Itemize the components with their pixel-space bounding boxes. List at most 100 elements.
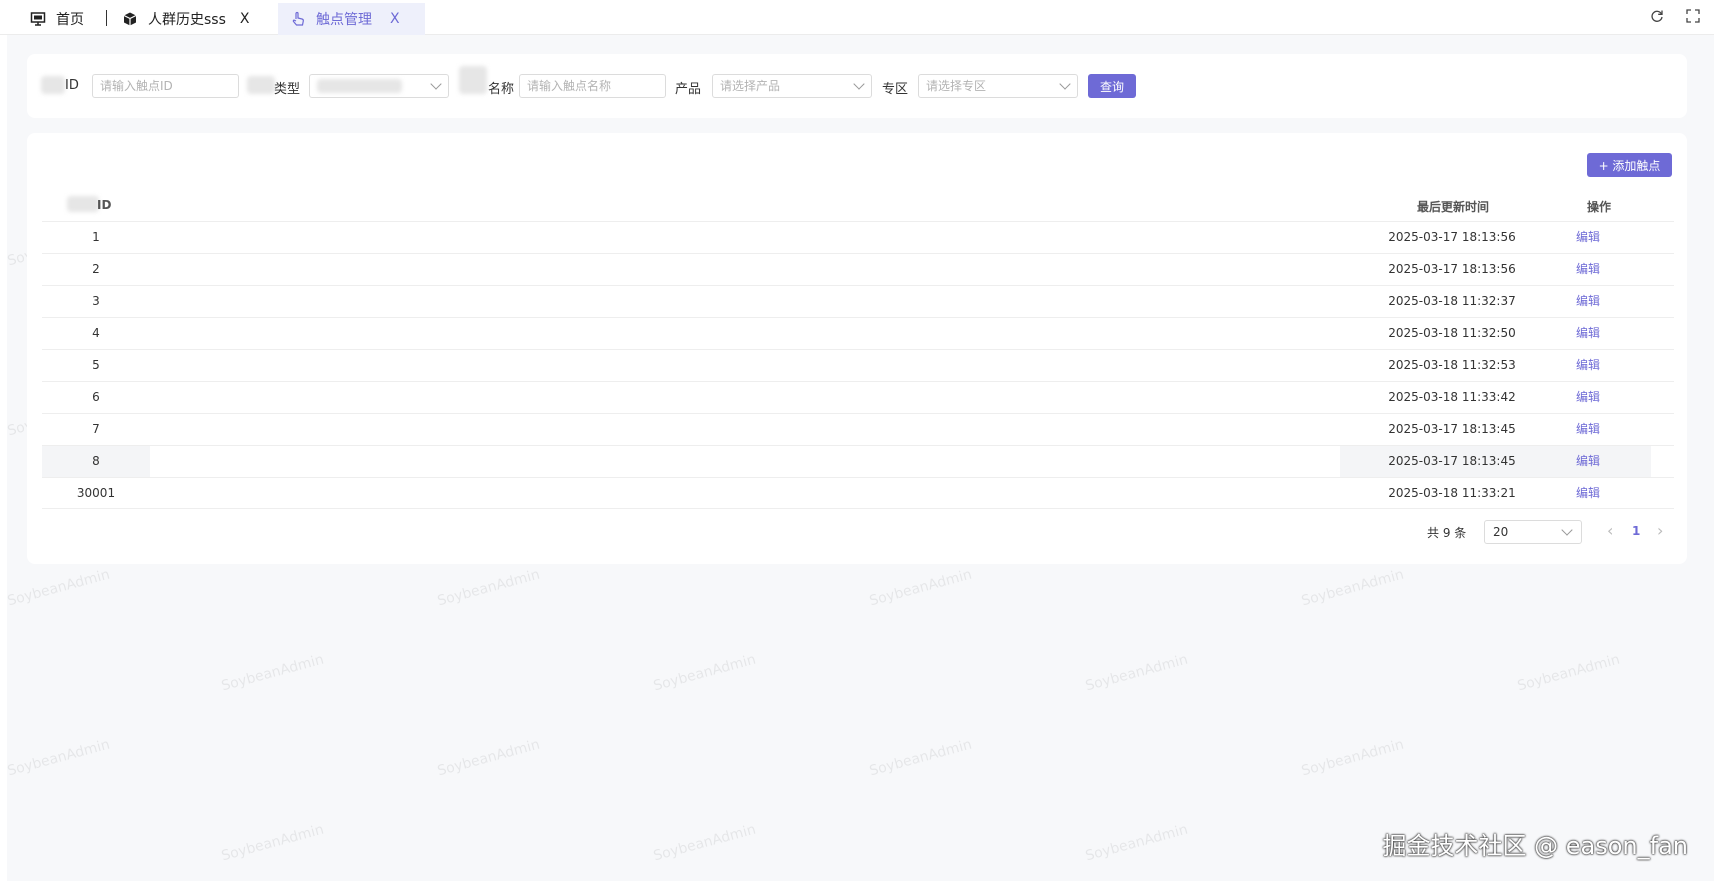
table-row: 4 2025-03-18 11:32:50 编辑: [42, 317, 1674, 349]
name-label: 名称: [488, 82, 515, 97]
table-row: 6 2025-03-18 11:33:42 编辑: [42, 381, 1674, 413]
cell-updated-time: 2025-03-18 11:32:37: [1388, 294, 1516, 308]
chevron-down-icon: [1059, 78, 1071, 90]
cell-id: 1: [92, 230, 100, 244]
watermark: SoybeanAdmin: [1515, 651, 1622, 695]
left-edge: [0, 0, 7, 881]
cell-updated-time: 2025-03-18 11:33:21: [1388, 486, 1516, 500]
zone-label: 专区: [882, 82, 909, 97]
pagination-total: 共 9 条: [1427, 526, 1467, 540]
page-size-select[interactable]: 20: [1484, 520, 1582, 544]
cell-updated-time: 2025-03-17 18:13:56: [1388, 262, 1516, 276]
edit-link[interactable]: 编辑: [1576, 414, 1600, 445]
type-label: 类型: [274, 82, 301, 97]
product-select[interactable]: 请选择产品: [712, 74, 872, 98]
table-row: 7 2025-03-17 18:13:45 编辑: [42, 413, 1674, 445]
touchpoint-name-input[interactable]: 请输入触点名称: [519, 74, 666, 98]
watermark: SoybeanAdmin: [5, 736, 112, 780]
page-size-value: 20: [1493, 525, 1509, 539]
watermark: SoybeanAdmin: [1299, 736, 1406, 780]
watermark: SoybeanAdmin: [435, 566, 542, 610]
chevron-down-icon: [430, 78, 442, 90]
tab-home-label: 首页: [56, 12, 84, 28]
cube-icon: [123, 12, 137, 26]
cell-updated-time: 2025-03-18 11:33:42: [1388, 390, 1516, 404]
tab-bar: 首页 人群历史sss X 触点管理 X: [0, 0, 1714, 35]
page-number-current[interactable]: 1: [1632, 524, 1640, 538]
cell-updated-time: 2025-03-18 11:32:53: [1388, 358, 1516, 372]
edit-link[interactable]: 编辑: [1576, 222, 1600, 253]
watermark: SoybeanAdmin: [651, 651, 758, 695]
watermark: SoybeanAdmin: [219, 821, 326, 865]
redacted-label: [247, 76, 275, 94]
cell-id: 30001: [76, 486, 116, 500]
table-row: 2 2025-03-17 18:13:56 编辑: [42, 253, 1674, 285]
watermark: SoybeanAdmin: [5, 566, 112, 610]
redacted-header: [67, 196, 99, 212]
credit-watermark: 掘金技术社区 @ eason_fan: [1382, 832, 1689, 860]
redacted-value: [317, 79, 402, 93]
cell-id: 2: [92, 262, 100, 276]
touchpoint-id-input[interactable]: 请输入触点ID: [92, 74, 239, 98]
tab-crowd-history[interactable]: 人群历史sss X: [122, 3, 249, 35]
edit-link[interactable]: 编辑: [1576, 350, 1600, 381]
product-select-placeholder: 请选择产品: [720, 79, 781, 93]
product-label: 产品: [675, 82, 702, 97]
monitor-icon: [30, 12, 46, 26]
cell-updated-time: 2025-03-18 11:32:50: [1388, 326, 1516, 340]
table-row: 8 2025-03-17 18:13:45 编辑: [42, 445, 1674, 477]
prev-page-button[interactable]: ‹: [1607, 521, 1613, 540]
refresh-icon[interactable]: [1650, 9, 1664, 23]
close-icon[interactable]: X: [390, 11, 400, 27]
type-select[interactable]: [309, 74, 449, 98]
cell-updated-time: 2025-03-17 18:13:45: [1388, 422, 1516, 436]
zone-select[interactable]: 请选择专区: [918, 74, 1078, 98]
close-icon[interactable]: X: [240, 11, 250, 27]
fullscreen-icon[interactable]: [1686, 9, 1700, 23]
watermark: SoybeanAdmin: [1083, 821, 1190, 865]
watermark: SoybeanAdmin: [219, 651, 326, 695]
tab-separator: [106, 10, 107, 26]
watermark: SoybeanAdmin: [867, 736, 974, 780]
column-header-id: ID: [97, 198, 112, 212]
filter-panel: ID 请输入触点ID 类型 名称 请输入触点名称 产品 请选择产品 专区 请选择…: [27, 54, 1687, 118]
watermark: SoybeanAdmin: [867, 566, 974, 610]
id-label: ID: [65, 78, 79, 93]
tab-crowd-history-label: 人群历史sss: [148, 12, 226, 28]
edit-link[interactable]: 编辑: [1576, 254, 1600, 285]
chevron-down-icon: [853, 78, 865, 90]
watermark: SoybeanAdmin: [651, 821, 758, 865]
cell-id: 7: [92, 422, 100, 436]
tab-bar-actions: [1650, 9, 1700, 23]
cell-id: 4: [92, 326, 100, 340]
table-row: 1 2025-03-17 18:13:56 编辑: [42, 221, 1674, 253]
cell-updated-time: 2025-03-17 18:13:56: [1388, 230, 1516, 244]
column-header-updated: 最后更新时间: [1417, 200, 1490, 214]
add-touchpoint-button[interactable]: + 添加触点: [1587, 153, 1672, 177]
edit-link[interactable]: 编辑: [1576, 286, 1600, 317]
cell-id: 3: [92, 294, 100, 308]
redacted-label: [459, 66, 487, 94]
tab-touchpoint-label: 触点管理: [316, 12, 372, 28]
edit-link[interactable]: 编辑: [1576, 478, 1600, 509]
hand-pointer-icon: [292, 11, 304, 26]
edit-link[interactable]: 编辑: [1576, 446, 1600, 477]
zone-select-placeholder: 请选择专区: [926, 79, 987, 93]
query-button[interactable]: 查询: [1088, 74, 1136, 98]
next-page-button[interactable]: ›: [1657, 521, 1663, 540]
tab-home[interactable]: 首页: [30, 3, 84, 35]
edit-link[interactable]: 编辑: [1576, 318, 1600, 349]
table-row: 3 2025-03-18 11:32:37 编辑: [42, 285, 1674, 317]
watermark: SoybeanAdmin: [1299, 566, 1406, 610]
edit-link[interactable]: 编辑: [1576, 382, 1600, 413]
table-divider: [42, 508, 1674, 509]
touchpoint-table-panel: + 添加触点 ID 最后更新时间 操作 1 2025-03-17 18:13:5…: [27, 133, 1687, 564]
cell-id: 5: [92, 358, 100, 372]
chevron-down-icon: [1561, 524, 1573, 536]
watermark: SoybeanAdmin: [1083, 651, 1190, 695]
tab-touchpoint-management[interactable]: 触点管理 X: [278, 3, 425, 35]
table-row: 5 2025-03-18 11:32:53 编辑: [42, 349, 1674, 381]
table-row: 30001 2025-03-18 11:33:21 编辑: [42, 477, 1674, 509]
watermark: SoybeanAdmin: [435, 736, 542, 780]
cell-id: 6: [92, 390, 100, 404]
